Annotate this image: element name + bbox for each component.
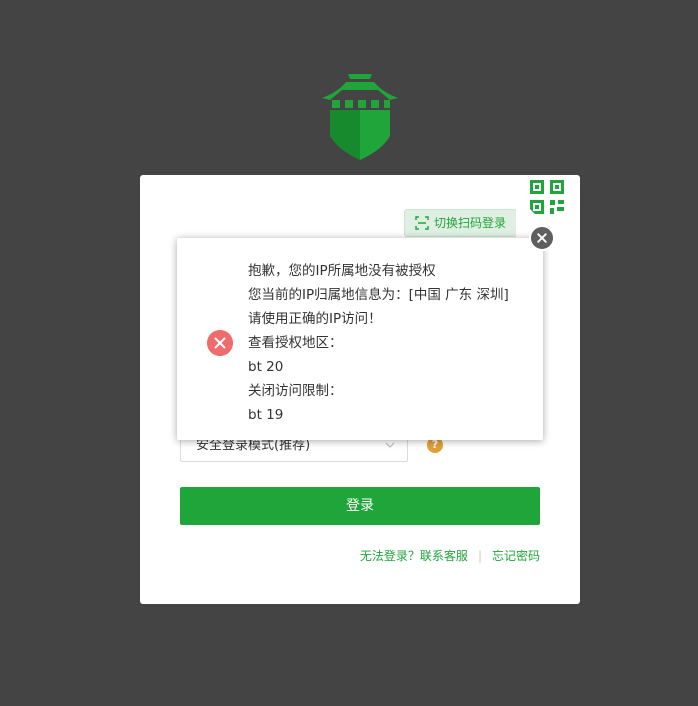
close-icon[interactable] <box>529 225 555 251</box>
chevron-down-icon <box>385 442 395 448</box>
login-mode-value: 安全登录模式(推荐) <box>196 438 311 453</box>
login-help-links: 无法登录？联系客服 | 忘记密码 <box>360 547 540 564</box>
dialog-line: bt 20 <box>248 359 284 375</box>
forgot-password-link[interactable]: 忘记密码 <box>492 547 540 564</box>
login-button[interactable]: 登录 <box>180 487 540 525</box>
switch-scan-login-tip[interactable]: 切换扫码登录 <box>404 209 524 237</box>
cannot-login-link[interactable]: 无法登录？联系客服 <box>360 547 468 564</box>
dialog-line: 您当前的IP归属地信息为：[中国 广东 深圳] <box>248 287 509 303</box>
dialog-line: 抱歉，您的IP所属地没有被授权 <box>248 263 436 279</box>
dialog-line: 请使用正确的IP访问！ <box>248 311 382 327</box>
dialog-line: bt 19 <box>248 407 284 423</box>
dialog-message: 抱歉，您的IP所属地没有被授权 您当前的IP归属地信息为：[中国 广东 深圳] … <box>248 259 509 427</box>
dialog-line: 查看授权地区： <box>248 335 343 351</box>
link-separator: | <box>477 548 482 563</box>
fortress-shield-icon <box>322 74 398 160</box>
error-x-icon <box>207 330 233 356</box>
scan-frame-icon <box>415 216 429 230</box>
dialog-line: 关闭访问限制： <box>248 383 343 399</box>
ip-error-dialog: 抱歉，您的IP所属地没有被授权 您当前的IP归属地信息为：[中国 广东 深圳] … <box>177 238 543 440</box>
switch-scan-login-label: 切换扫码登录 <box>434 216 507 230</box>
